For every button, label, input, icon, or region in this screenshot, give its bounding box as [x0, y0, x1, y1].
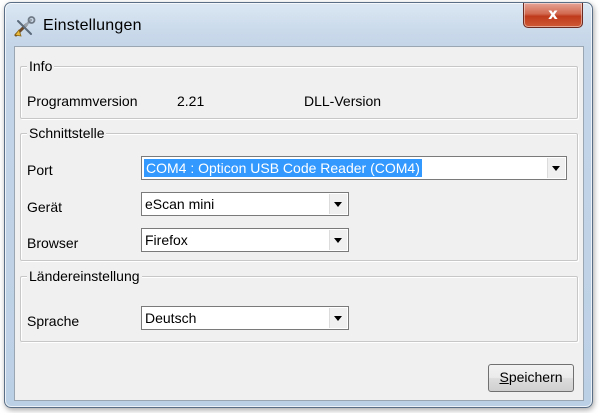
- device-dropdown[interactable]: eScan mini: [141, 192, 349, 216]
- info-legend: Info: [27, 58, 55, 74]
- port-label: Port: [27, 162, 53, 178]
- browser-value: Firefox: [145, 232, 188, 248]
- device-label: Gerät: [27, 199, 63, 215]
- interface-group: Schnittstelle Port COM4 : Opticon USB Co…: [20, 125, 578, 261]
- save-button-mnemonic: S: [499, 369, 509, 385]
- language-label: Sprache: [27, 313, 80, 329]
- chevron-down-icon[interactable]: [547, 158, 565, 178]
- browser-label: Browser: [27, 235, 79, 251]
- language-value: Deutsch: [145, 310, 197, 326]
- program-version-label: Programmversion: [27, 93, 138, 109]
- chevron-down-icon[interactable]: [329, 308, 347, 328]
- wrench-screwdriver-icon: [13, 16, 37, 38]
- chevron-down-icon[interactable]: [329, 194, 347, 214]
- save-button-label: peichern: [508, 369, 563, 385]
- title-bar[interactable]: Einstellungen x: [5, 3, 592, 47]
- program-version-value: 2.21: [177, 93, 205, 109]
- dialog-body: Info Programmversion 2.21 DLL-Version Sc…: [14, 46, 584, 401]
- window-title: Einstellungen: [43, 17, 142, 34]
- save-button[interactable]: Speichern: [488, 364, 574, 392]
- port-value: COM4 : Opticon USB Code Reader (COM4): [144, 159, 422, 177]
- interface-legend: Schnittstelle: [27, 125, 107, 141]
- port-dropdown[interactable]: COM4 : Opticon USB Code Reader (COM4): [141, 156, 567, 180]
- settings-window: Einstellungen x Info Programmversion 2.2…: [4, 2, 593, 408]
- chevron-down-icon[interactable]: [329, 230, 347, 250]
- language-dropdown[interactable]: Deutsch: [141, 306, 349, 330]
- browser-dropdown[interactable]: Firefox: [141, 228, 349, 252]
- info-group: Info Programmversion 2.21 DLL-Version: [20, 58, 578, 119]
- device-value: eScan mini: [145, 196, 215, 212]
- dll-version-label: DLL-Version: [304, 93, 382, 109]
- locale-legend: Ländereinstellung: [27, 268, 142, 284]
- close-button[interactable]: x: [523, 3, 583, 28]
- locale-group: Ländereinstellung Sprache Deutsch: [20, 268, 578, 342]
